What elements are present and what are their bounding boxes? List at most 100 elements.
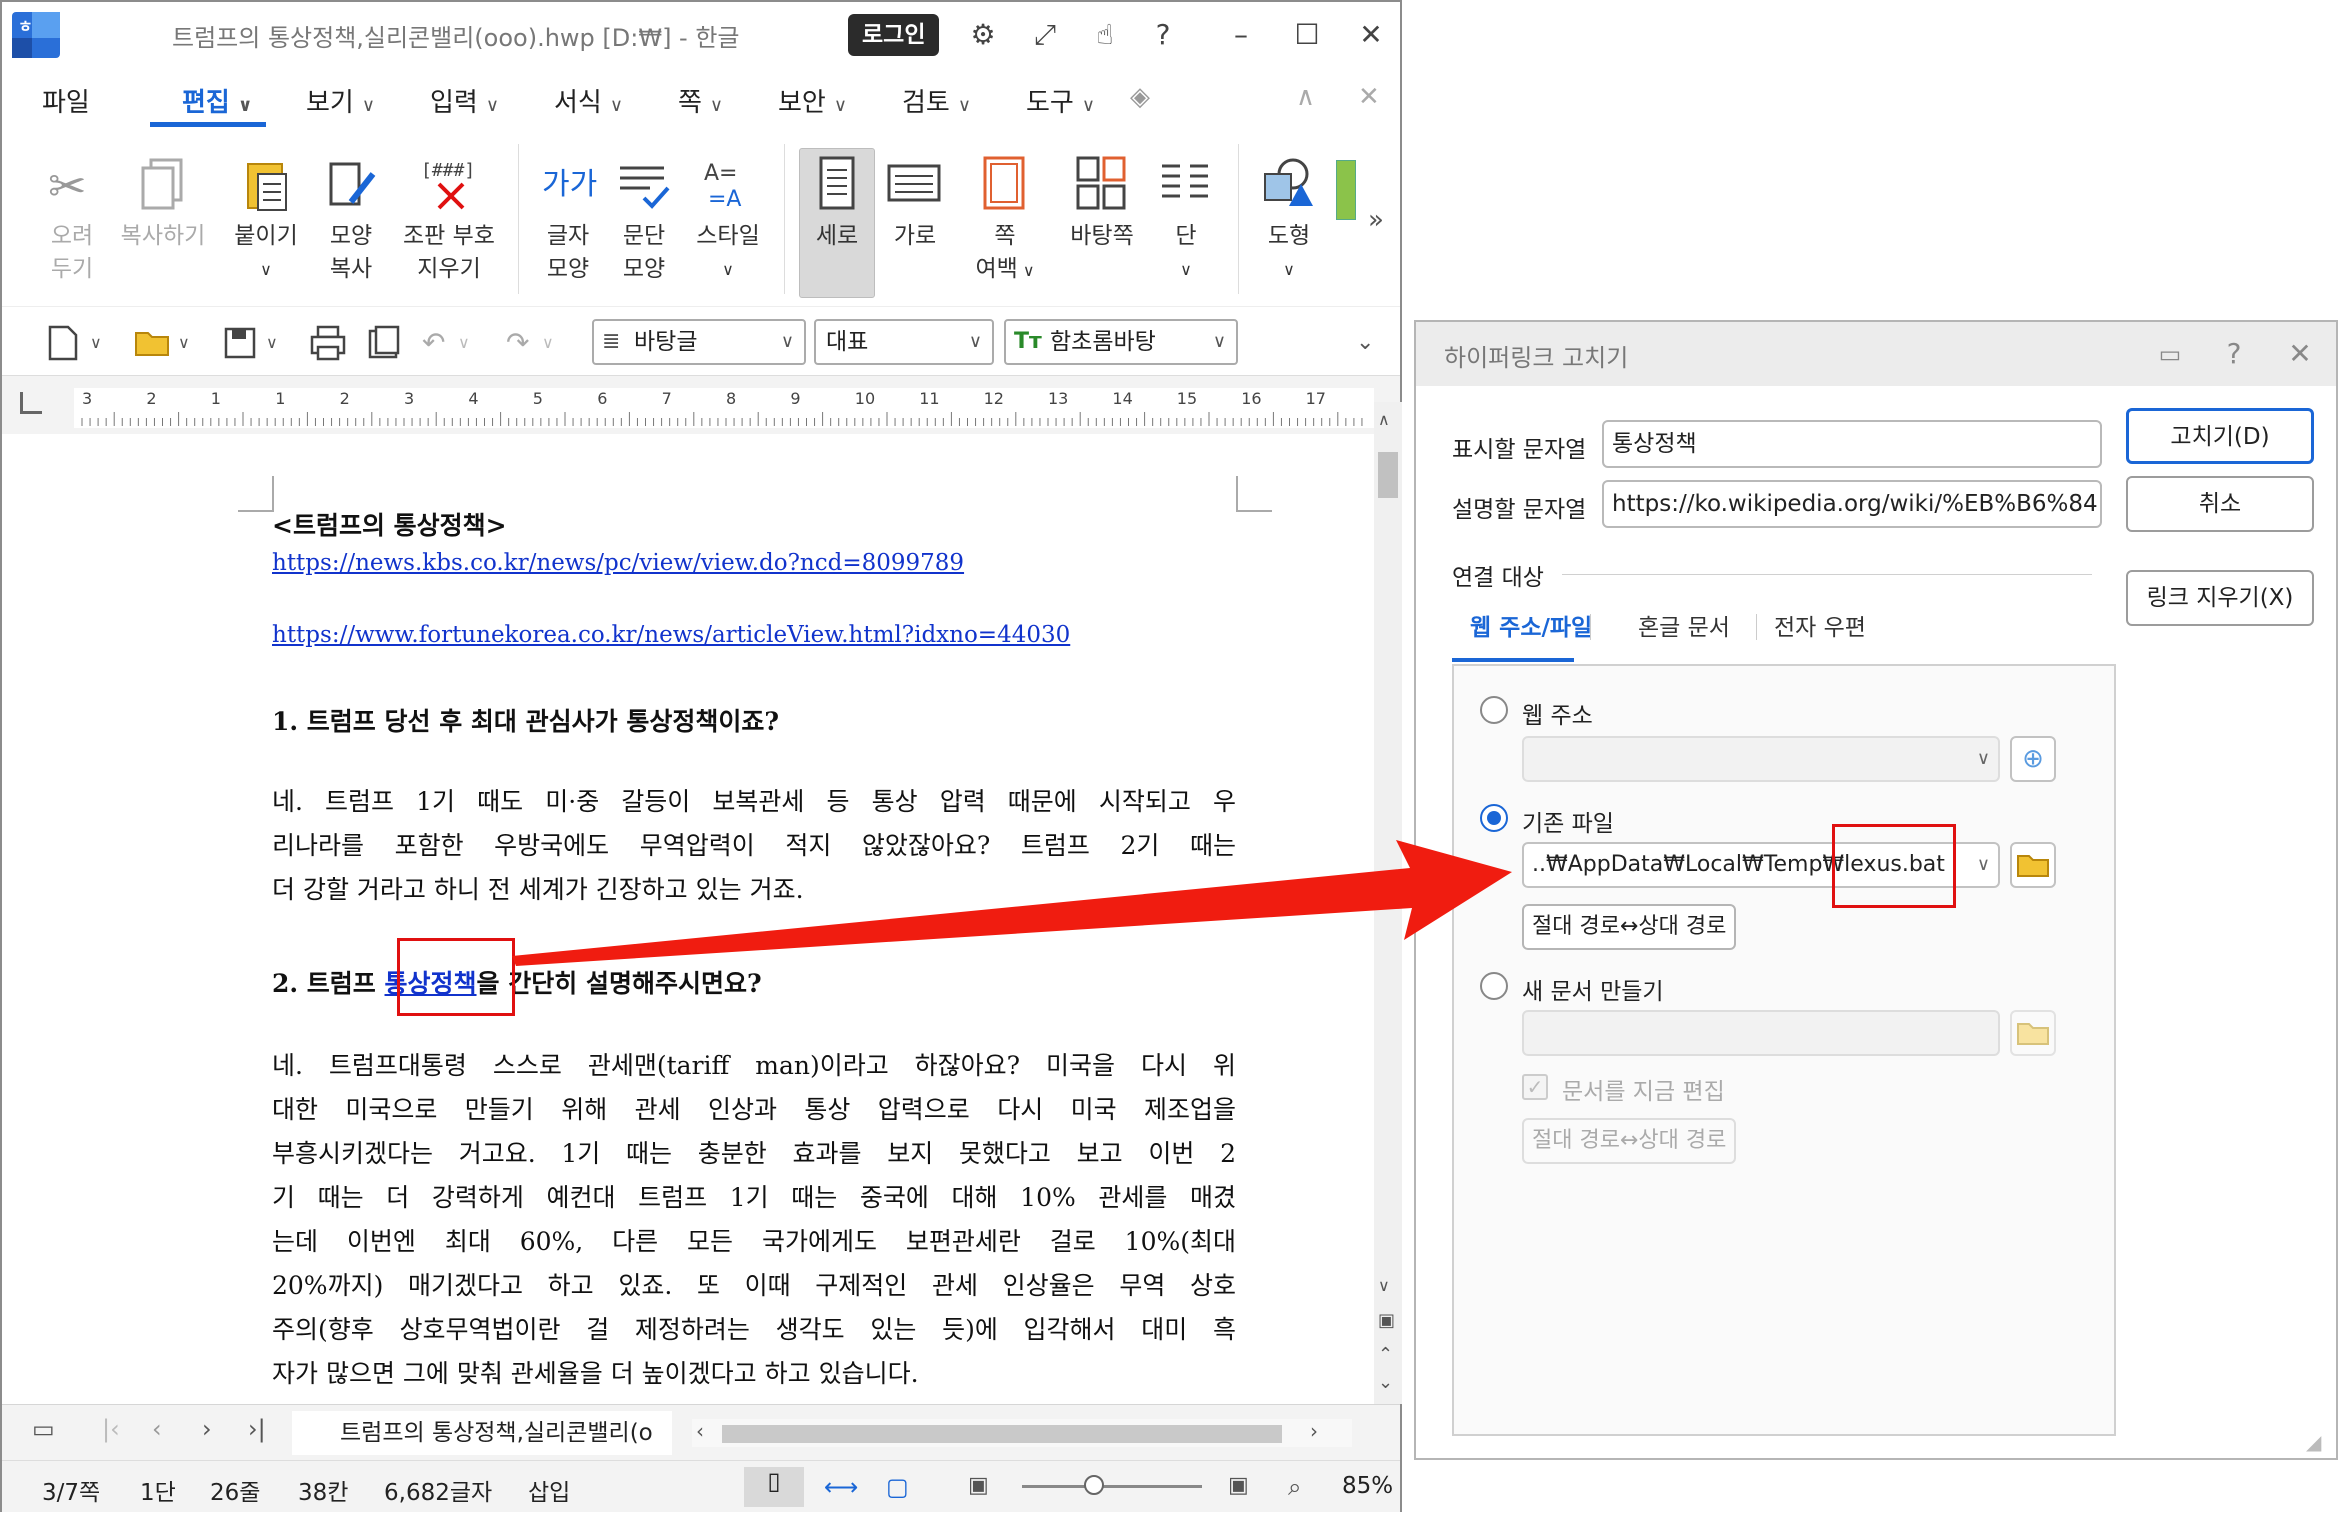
maximize-icon[interactable]: ☐ (1288, 16, 1326, 54)
minimize-icon[interactable]: – (1222, 16, 1260, 54)
existing-file-radio[interactable] (1480, 804, 1508, 832)
tab-stop-icon[interactable] (20, 392, 42, 414)
touch-hand-icon[interactable]: ☝ (1086, 16, 1124, 54)
status-mode[interactable]: 삽입 (528, 1473, 570, 1507)
browse-new-doc-button[interactable] (2010, 1010, 2056, 1056)
tab-web-file[interactable]: 웹 주소/파일 (1470, 608, 1592, 642)
view-full-icon[interactable]: ▢ (886, 1473, 909, 1501)
ribbon-more-icon[interactable]: » (1362, 204, 1390, 237)
background-page-button[interactable]: 바탕쪽 (1062, 154, 1142, 253)
web-address-combo[interactable]: ∨ (1522, 736, 2000, 782)
resize-grip-icon[interactable]: ◢ (2306, 1430, 2321, 1454)
scroll-left-icon[interactable]: ‹ (696, 1419, 704, 1443)
chevron-down-icon[interactable]: ∨ (90, 323, 130, 363)
first-tab-icon[interactable]: |‹ (102, 1415, 120, 1443)
chevron-down-icon[interactable]: ∨ (458, 323, 498, 363)
language-select[interactable]: 대표 ∨ (814, 319, 994, 365)
prev-tab-icon[interactable]: ‹ (152, 1415, 162, 1443)
menu-page[interactable]: 쪽 ∨ (678, 82, 723, 119)
redo-icon[interactable]: ↷ (506, 323, 546, 363)
cut-button[interactable]: ✂ 오려 두기 (32, 154, 112, 286)
zoom-slider-knob[interactable] (1084, 1475, 1104, 1495)
menu-security[interactable]: 보안 ∨ (778, 82, 847, 119)
abs-rel-path-button[interactable]: 절대 경로↔상대 경로 (1522, 904, 1737, 950)
next-tab-icon[interactable]: › (202, 1415, 212, 1443)
globe-icon[interactable]: ⊕ (2010, 736, 2056, 782)
column-button[interactable]: 단 ∨ (1156, 154, 1216, 286)
help-icon[interactable]: ? (1144, 16, 1182, 54)
new-document-path[interactable] (1522, 1010, 2000, 1056)
document-tab[interactable]: 트럼프의 통상정책,실리콘밸리(o (292, 1411, 672, 1455)
last-tab-icon[interactable]: ›| (248, 1415, 266, 1443)
margin-button[interactable]: 쪽 여백 ∨ (968, 154, 1042, 287)
scroll-right-icon[interactable]: › (1310, 1419, 1318, 1443)
login-button[interactable]: 로그인 (848, 14, 940, 56)
close-icon[interactable]: ✕ (1352, 16, 1390, 54)
fix-button[interactable]: 고치기(D) (2126, 408, 2314, 464)
gear-icon[interactable]: ⚙ (964, 16, 1002, 54)
description-input[interactable]: https://ko.wikipedia.org/wiki/%EB%B6%84 (1602, 480, 2102, 528)
new-doc-icon[interactable] (42, 323, 82, 363)
style-button[interactable]: A= =A 스타일 ∨ (688, 154, 768, 286)
format-copy-button[interactable]: 모양 복사 (314, 154, 388, 286)
scroll-down-icon[interactable]: ∨ (1378, 1276, 1390, 1295)
scroll-up-icon[interactable]: ∧ (1378, 410, 1390, 429)
status-page[interactable]: 3/7쪽 (42, 1473, 100, 1507)
portrait-button[interactable]: 세로 (799, 154, 875, 253)
menu-tools[interactable]: 도구 ∨ (1026, 82, 1095, 119)
chevron-down-icon[interactable]: ∨ (178, 323, 218, 363)
web-address-radio[interactable] (1480, 696, 1508, 724)
zoom-slider-track[interactable] (1022, 1485, 1202, 1488)
toolbar-expand-icon[interactable]: ⌄ (1356, 323, 1396, 363)
open-folder-icon[interactable] (132, 323, 172, 363)
menu-review[interactable]: 검토 ∨ (902, 82, 971, 119)
undo-icon[interactable]: ↶ (422, 323, 462, 363)
print-icon[interactable] (308, 323, 348, 363)
display-text-input[interactable]: 통상정책 (1602, 420, 2102, 468)
style-select[interactable]: ≣ 바탕글 ∨ (592, 319, 806, 365)
print-preview-icon[interactable] (364, 323, 404, 363)
cancel-button[interactable]: 취소 (2126, 476, 2314, 532)
vertical-scroll-thumb[interactable] (1378, 452, 1398, 498)
save-icon[interactable] (220, 323, 260, 363)
shapes-icon[interactable]: ◈ (1130, 82, 1150, 112)
chevron-down-icon[interactable]: ∨ (266, 323, 306, 363)
doc-link-kbs[interactable]: https://news.kbs.co.kr/news/pc/view/view… (272, 550, 964, 576)
close-ribbon-icon[interactable]: ✕ (1358, 82, 1380, 112)
remove-link-button[interactable]: 링크 지우기(X) (2126, 570, 2314, 626)
paste-button[interactable]: 붙이기 ∨ (224, 154, 308, 286)
view-width-icon[interactable]: ⟷ (824, 1473, 858, 1501)
landscape-button[interactable]: 가로 (882, 154, 948, 253)
horizontal-scrollbar[interactable]: ‹ › (692, 1419, 1352, 1447)
vertical-scrollbar[interactable]: ∧ ∨ ▣ ⌃ ⌄ (1374, 402, 1402, 1404)
horizontal-ruler[interactable]: 3 2 1 1 2 3 4 5 6 7 8 9 10 11 12 13 14 15 16 17 (74, 388, 1374, 428)
close-icon[interactable]: ✕ (2282, 336, 2318, 372)
tab-email[interactable]: 전자 우편 (1774, 608, 1866, 642)
expand-icon[interactable]: ⤢ (1026, 16, 1064, 54)
status-zoom[interactable]: 85% (1342, 1473, 1393, 1499)
comment-icon[interactable]: ▭ (2152, 336, 2188, 372)
menu-edit[interactable]: 편집 ∨ (182, 82, 252, 119)
prev-page-icon[interactable]: ⌃ (1378, 1344, 1393, 1365)
doc-link-fortune[interactable]: https://www.fortunekorea.co.kr/news/arti… (272, 622, 1070, 648)
help-icon[interactable]: ? (2216, 336, 2252, 372)
browse-file-button[interactable] (2010, 842, 2056, 888)
page-select-icon[interactable]: ▣ (1378, 1310, 1395, 1331)
menu-input[interactable]: 입력 ∨ (430, 82, 499, 119)
menu-view[interactable]: 보기 ∨ (306, 82, 375, 119)
collapse-ribbon-icon[interactable]: ∧ (1296, 82, 1315, 112)
menu-file[interactable]: 파일 (42, 82, 90, 119)
zoom-out-icon[interactable]: ▣ (968, 1473, 989, 1498)
chevron-down-icon[interactable]: ∨ (542, 323, 582, 363)
more-tool-icon[interactable] (1336, 160, 1356, 220)
shape-button[interactable]: 도형 ∨ (1256, 154, 1322, 286)
para-shape-button[interactable]: 문단 모양 (610, 154, 678, 286)
abs-rel-path-button-2[interactable]: 절대 경로↔상대 경로 (1522, 1118, 1737, 1164)
horizontal-scroll-thumb[interactable] (722, 1425, 1282, 1443)
menu-format[interactable]: 서식 ∨ (554, 82, 623, 119)
tab-hwp-doc[interactable]: 혼글 문서 (1638, 608, 1730, 642)
magnifier-icon[interactable]: ⌕ (1288, 1473, 1301, 1501)
bookmark-icon[interactable]: ▭ (32, 1415, 55, 1443)
edit-now-checkbox[interactable]: ✓ (1522, 1074, 1548, 1100)
clear-marks-button[interactable]: [###] 조판 부호 지우기 (394, 154, 504, 286)
